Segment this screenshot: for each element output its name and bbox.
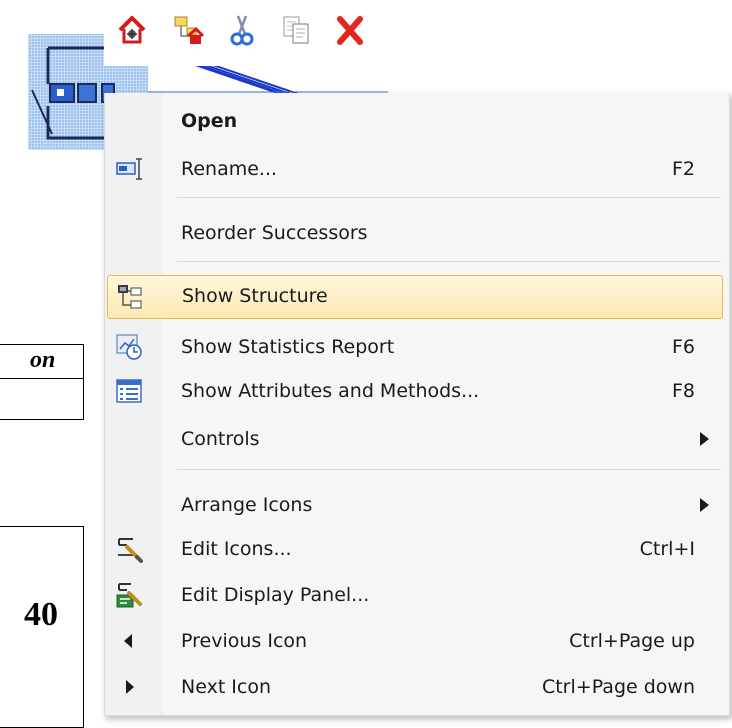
- menu-item-rename-shortcut: F2: [671, 158, 695, 180]
- home-button[interactable]: [112, 10, 152, 50]
- background-fragment-number: 40: [24, 596, 58, 633]
- menu-item-previous-icon[interactable]: Previous Icon Ctrl+Page up: [105, 619, 729, 663]
- menu-item-next-icon-label: Next Icon: [181, 676, 272, 698]
- menu-item-arrange-icons-label: Arrange Icons: [181, 494, 313, 516]
- connector-lines: [148, 66, 388, 93]
- attributes-list-icon: [115, 377, 143, 405]
- menu-separator: [177, 261, 721, 262]
- menu-item-reorder-successors[interactable]: Reorder Successors: [105, 211, 729, 255]
- triangle-right-icon: [115, 673, 143, 701]
- triangle-left-icon: [115, 627, 143, 655]
- tree-icon: [174, 16, 204, 44]
- cut-icon: [230, 15, 254, 46]
- menu-item-next-icon-shortcut: Ctrl+Page down: [541, 676, 695, 698]
- menu-separator: [177, 197, 721, 198]
- menu-separator: [177, 469, 721, 470]
- menu-item-show-statistics-report[interactable]: Show Statistics Report F6: [105, 325, 729, 369]
- delete-button[interactable]: [330, 10, 370, 50]
- menu-item-edit-display-panel[interactable]: Edit Display Panel...: [105, 573, 729, 617]
- menu-item-previous-icon-label: Previous Icon: [181, 630, 308, 652]
- menu-item-edit-icons-shortcut: Ctrl+I: [639, 538, 695, 560]
- rename-icon: [115, 155, 143, 183]
- submenu-arrow-icon: [700, 498, 709, 512]
- delete-icon: [337, 16, 363, 45]
- context-menu: Open Rename... F2 Reorder Successors Sho…: [104, 93, 730, 716]
- menu-item-show-attributes-and-methods-shortcut: F8: [671, 380, 695, 402]
- menu-item-show-attributes-and-methods-label: Show Attributes and Methods...: [181, 380, 480, 402]
- background-table-cell-mid: [0, 378, 84, 420]
- menu-item-show-structure-label: Show Structure: [182, 285, 328, 307]
- menu-item-show-attributes-and-methods[interactable]: Show Attributes and Methods... F8: [105, 369, 729, 413]
- menu-item-rename[interactable]: Rename... F2: [105, 147, 729, 191]
- edit-icons-icon: [115, 535, 143, 563]
- toolbar: [104, 0, 388, 66]
- background-fragment-text: on: [30, 347, 56, 373]
- menu-item-rename-label: Rename...: [181, 158, 278, 180]
- menu-item-edit-display-panel-label: Edit Display Panel...: [181, 584, 370, 606]
- submenu-arrow-icon: [700, 432, 709, 446]
- home-icon: [118, 16, 146, 44]
- copy-button[interactable]: [276, 10, 316, 50]
- tree-button[interactable]: [168, 10, 208, 50]
- menu-item-controls[interactable]: Controls: [105, 417, 729, 461]
- menu-item-show-statistics-report-shortcut: F6: [671, 336, 695, 358]
- menu-item-previous-icon-shortcut: Ctrl+Page up: [569, 630, 695, 652]
- menu-item-reorder-successors-label: Reorder Successors: [181, 222, 368, 244]
- menu-item-arrange-icons[interactable]: Arrange Icons: [105, 483, 729, 527]
- menu-item-show-statistics-report-label: Show Statistics Report: [181, 336, 395, 358]
- menu-item-controls-label: Controls: [181, 428, 260, 450]
- statistics-report-icon: [115, 333, 143, 361]
- menu-item-open-label: Open: [181, 110, 238, 132]
- cut-button[interactable]: [222, 10, 262, 50]
- menu-item-next-icon[interactable]: Next Icon Ctrl+Page down: [105, 665, 729, 709]
- copy-icon: [283, 16, 309, 44]
- diagram-area[interactable]: [148, 66, 388, 93]
- menu-item-edit-icons-label: Edit Icons...: [181, 538, 292, 560]
- menu-item-open[interactable]: Open: [105, 99, 729, 143]
- menu-item-show-structure[interactable]: Show Structure: [107, 275, 723, 319]
- menu-item-edit-icons[interactable]: Edit Icons... Ctrl+I: [105, 527, 729, 571]
- edit-display-panel-icon: [115, 581, 143, 609]
- structure-icon: [116, 283, 144, 311]
